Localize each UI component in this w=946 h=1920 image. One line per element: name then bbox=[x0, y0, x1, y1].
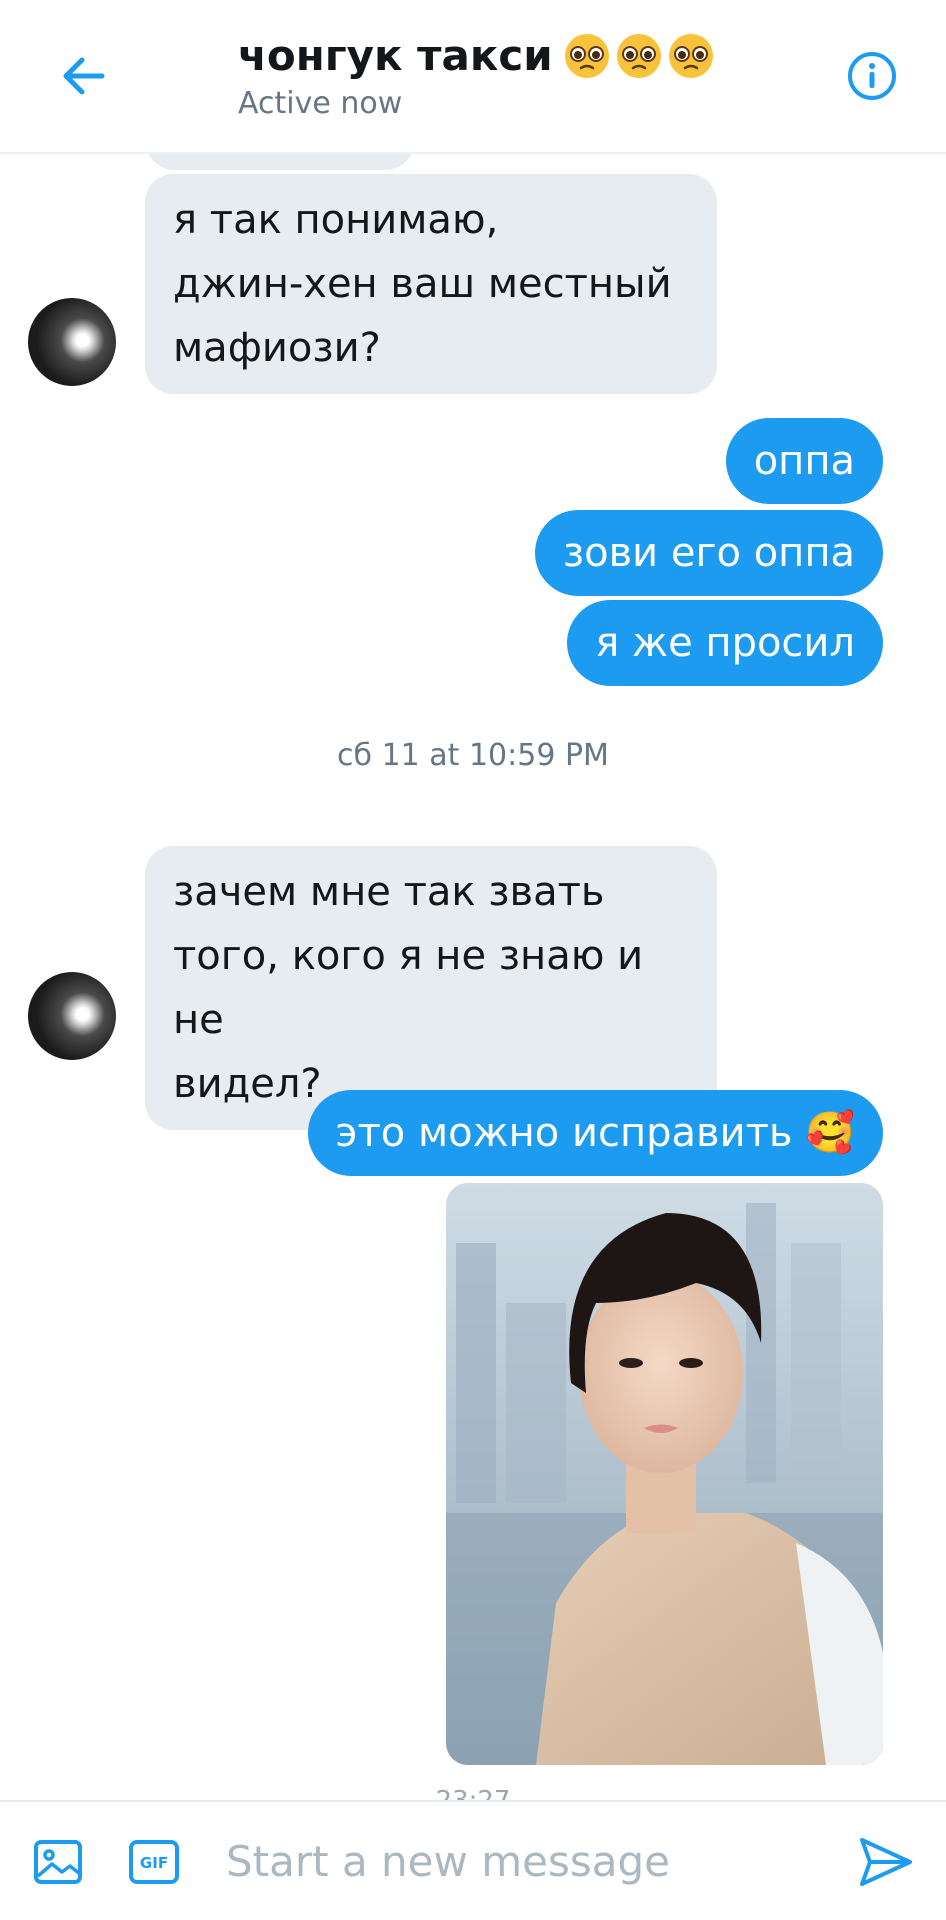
pleading-face-emoji-icon bbox=[564, 34, 609, 78]
message-timestamp: сб 11 at 10:59 PM bbox=[337, 738, 609, 773]
gif-icon-label: GIF bbox=[140, 1854, 168, 1872]
message-timestamp: 23:27 bbox=[0, 1788, 946, 1800]
conversation-title-block[interactable]: чонгук такси Active now bbox=[238, 28, 715, 121]
outgoing-message-bubble[interactable]: зови его оппа bbox=[534, 510, 883, 596]
outgoing-message-bubble[interactable]: я же просил bbox=[567, 600, 883, 686]
portrait-photo-image bbox=[446, 1183, 883, 1765]
conversation-title: чонгук такси bbox=[238, 28, 715, 84]
add-gif-button[interactable]: GIF bbox=[128, 1836, 180, 1888]
gif-icon: GIF bbox=[129, 1840, 179, 1884]
outgoing-message-bubble[interactable]: оппа bbox=[725, 418, 883, 504]
back-button[interactable] bbox=[56, 48, 112, 104]
add-image-button[interactable] bbox=[32, 1836, 84, 1888]
contact-avatar[interactable] bbox=[28, 298, 116, 386]
contact-avatar[interactable] bbox=[28, 972, 116, 1060]
incoming-message-bubble[interactable]: зачем мне так звать того, кого я не знаю… bbox=[145, 846, 717, 1130]
incoming-message-bubble[interactable]: я так понимаю, джин-хен ваш местный мафи… bbox=[145, 174, 717, 394]
send-icon bbox=[860, 1838, 912, 1886]
contact-name: чонгук такси bbox=[238, 31, 553, 80]
message-input[interactable]: Start a new message bbox=[226, 1830, 806, 1894]
arrow-left-icon bbox=[63, 57, 105, 95]
info-icon bbox=[848, 52, 896, 100]
conversation-info-button[interactable] bbox=[846, 50, 898, 102]
pleading-face-emoji-icon bbox=[616, 34, 661, 78]
shared-photo[interactable] bbox=[446, 1183, 883, 1765]
pleading-face-emoji-icon bbox=[668, 34, 713, 78]
send-button[interactable] bbox=[856, 1832, 916, 1892]
pleading-face-emojis bbox=[563, 32, 715, 80]
image-icon bbox=[34, 1840, 82, 1884]
outgoing-message-bubble[interactable]: это можно исправить 🥰 bbox=[307, 1090, 883, 1176]
presence-status: Active now bbox=[238, 86, 403, 121]
message-composer: GIF Start a new message bbox=[0, 1800, 946, 1920]
conversation-header: чонгук такси Active now bbox=[0, 0, 946, 154]
dm-conversation-screen: чонгук такси Active now я так понимаю, д… bbox=[0, 0, 946, 1920]
